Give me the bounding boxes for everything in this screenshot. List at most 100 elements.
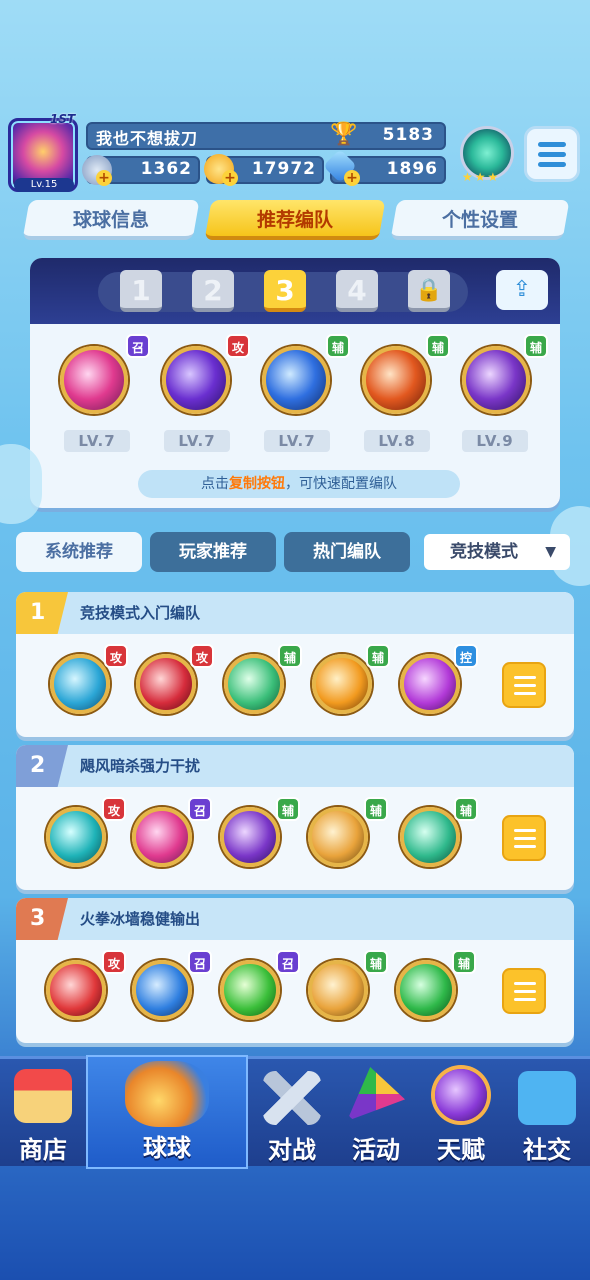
rec2-orb-4[interactable] (308, 807, 368, 867)
rec1-orb-2[interactable] (136, 654, 196, 714)
rec1-orb-5[interactable] (400, 654, 460, 714)
team-orb-2-badge: 攻 (226, 334, 250, 358)
rec1-orb-1[interactable] (50, 654, 110, 714)
slot-3-button[interactable]: 3 (264, 270, 306, 312)
mode-dropdown[interactable]: 竞技模式 ▼ (424, 534, 570, 570)
rec1-orb-1-badge: 攻 (104, 644, 128, 668)
rec3-orb-1[interactable] (46, 960, 106, 1020)
share-button[interactable]: ⇪ (496, 270, 548, 310)
gold-value: 17972 (251, 159, 316, 179)
nav-shop[interactable]: 商店 (0, 1059, 86, 1169)
team-orb-2-level: LV.7 (164, 430, 230, 452)
player-level: Lv.15 (14, 178, 74, 192)
rec1-orb-2-badge: 攻 (190, 644, 214, 668)
team-orb-4[interactable] (362, 346, 430, 414)
rec2-orb-1[interactable] (46, 807, 106, 867)
team-orb-4-level: LV.8 (364, 430, 430, 452)
rec3-orb-1-badge: 攻 (102, 950, 126, 974)
copy-hint: 点击复制按钮，可快速配置编队 (138, 470, 460, 498)
bottom-nav: 商店 球球 对战 活动 天赋 社交 (0, 1055, 590, 1169)
trophy-icon: 🏆 (330, 122, 358, 147)
copy-team-1-button[interactable] (502, 662, 546, 708)
recommended-team-1: 1 竞技模式入门编队 攻 攻 辅 辅 控 (16, 592, 574, 737)
shop-icon (14, 1069, 72, 1123)
card-number: 1 (16, 592, 68, 634)
slot-header: 1 2 3 4 🔒 ⇪ (30, 258, 560, 324)
filter-system-recommend[interactable]: 系统推荐 (16, 532, 142, 572)
rec1-orb-4-badge: 辅 (366, 644, 390, 668)
card-number: 2 (16, 745, 68, 787)
gem-value: 1896 (386, 159, 438, 179)
rec1-orb-4[interactable] (312, 654, 372, 714)
team-orb-5[interactable] (462, 346, 530, 414)
team-orb-4-badge: 辅 (426, 334, 450, 358)
player-name: 我也不想拔刀 (96, 129, 199, 148)
add-gold-button[interactable]: + (222, 170, 238, 186)
rec3-orb-4[interactable] (308, 960, 368, 1020)
team-orb-3[interactable] (262, 346, 330, 414)
rec2-orb-2[interactable] (132, 807, 192, 867)
team-orb-2[interactable] (162, 346, 230, 414)
team-orb-5-level: LV.9 (462, 430, 528, 452)
card-title: 竞技模式入门编队 (80, 604, 201, 622)
filter-hot-teams[interactable]: 热门编队 (284, 532, 410, 572)
nav-battle[interactable]: 对战 (250, 1059, 334, 1169)
filter-player-recommend[interactable]: 玩家推荐 (150, 532, 276, 572)
current-team-panel: 1 2 3 4 🔒 ⇪ 召 LV.7 攻 LV.7 辅 LV.7 辅 LV.8 … (30, 258, 560, 508)
team-orb-3-badge: 辅 (326, 334, 350, 358)
rec2-orb-5[interactable] (400, 807, 460, 867)
ball-jar-icon (125, 1061, 209, 1127)
menu-button[interactable] (524, 126, 580, 182)
rec2-orb-3[interactable] (220, 807, 280, 867)
nav-social[interactable]: 社交 (504, 1059, 590, 1169)
rec2-orb-1-badge: 攻 (102, 797, 126, 821)
card-header: 2 飓风暗杀强力干扰 (16, 745, 574, 787)
rec1-orb-3-badge: 辅 (278, 644, 302, 668)
locked-slot-lock-icon[interactable]: 🔒 (408, 270, 450, 312)
chevron-down-icon: ▼ (545, 544, 556, 560)
add-gem-button[interactable]: + (344, 170, 360, 186)
rec3-orb-3[interactable] (220, 960, 280, 1020)
tab-recommended-team[interactable]: 推荐编队 (204, 200, 386, 240)
planet-icon (435, 1069, 487, 1121)
rec2-orb-5-badge: 辅 (454, 797, 478, 821)
slot-1-button[interactable]: 1 (120, 270, 162, 312)
copy-team-3-button[interactable] (502, 968, 546, 1014)
team-orb-1[interactable] (60, 346, 128, 414)
left-edge-bubble-icon[interactable] (0, 444, 42, 524)
copy-team-2-button[interactable] (502, 815, 546, 861)
party-popper-icon (347, 1067, 405, 1121)
card-title: 飓风暗杀强力干扰 (80, 757, 201, 775)
nav-events[interactable]: 活动 (334, 1059, 418, 1169)
name-bar: 我也不想拔刀 5183 (86, 122, 446, 150)
nav-balls[interactable]: 球球 (86, 1055, 248, 1169)
recommended-team-3: 3 火拳冰墙稳健输出 攻 召 召 辅 辅 (16, 898, 574, 1043)
team-orb-1-level: LV.7 (64, 430, 130, 452)
rec3-orb-4-badge: 辅 (364, 950, 388, 974)
emblem-stars-icon: ★★★ (462, 170, 501, 184)
rec2-orb-4-badge: 辅 (364, 797, 388, 821)
slot-2-button[interactable]: 2 (192, 270, 234, 312)
team-orb-5-badge: 辅 (524, 334, 548, 358)
stamina-value: 1362 (140, 159, 192, 179)
trophy-count: 5183 (382, 125, 434, 145)
tab-personal-settings[interactable]: 个性设置 (390, 200, 570, 240)
rec3-orb-5[interactable] (396, 960, 456, 1020)
slot-4-button[interactable]: 4 (336, 270, 378, 312)
card-title: 火拳冰墙稳健输出 (80, 910, 201, 928)
rec3-orb-3-badge: 召 (276, 950, 300, 974)
rec1-orb-3[interactable] (224, 654, 284, 714)
rec3-orb-2[interactable] (132, 960, 192, 1020)
add-stamina-button[interactable]: + (96, 170, 112, 186)
card-header: 1 竞技模式入门编队 (16, 592, 574, 634)
rec3-orb-2-badge: 召 (188, 950, 212, 974)
rec1-orb-5-badge: 控 (454, 644, 478, 668)
rec2-orb-2-badge: 召 (188, 797, 212, 821)
card-header: 3 火拳冰墙稳健输出 (16, 898, 574, 940)
crossed-swords-icon (263, 1071, 321, 1125)
team-orb-1-badge: 召 (126, 334, 150, 358)
rank-badge: 1ST (50, 112, 76, 126)
heart-chat-icon (518, 1071, 576, 1125)
tab-ball-info[interactable]: 球球信息 (22, 200, 200, 240)
nav-talent[interactable]: 天赋 (418, 1059, 504, 1169)
